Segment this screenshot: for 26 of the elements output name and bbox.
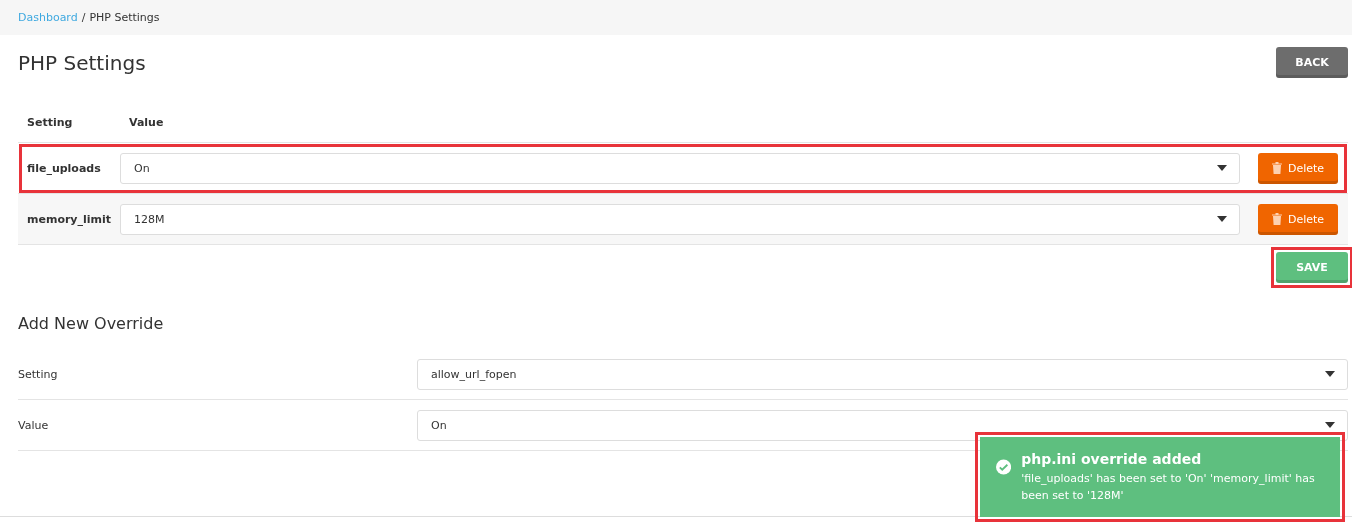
field-label: Value <box>18 418 50 432</box>
column-header: Setting <box>26 116 74 129</box>
breadcrumb-current: PHP Settings <box>89 11 160 24</box>
toast-title: php.ini override added <box>1021 451 1203 467</box>
page-title: PHP Settings <box>18 50 146 75</box>
value-select[interactable]: On <box>120 152 1240 184</box>
back-button[interactable]: BACK <box>1276 47 1348 78</box>
field-select[interactable]: On <box>417 409 1348 441</box>
value-select[interactable]: 128M <box>120 203 1240 235</box>
trash-icon <box>1271 162 1282 174</box>
check-circle-icon <box>996 457 1012 477</box>
field-label: Setting <box>18 367 59 381</box>
setting-name: memory_limit <box>26 212 113 226</box>
column-header: Value <box>128 116 164 129</box>
delete-button[interactable]: Delete <box>1258 152 1338 184</box>
toast-message: 'file_uploads' has been set to 'On' 'memory_limit' has been set to '128M' <box>1021 471 1316 504</box>
dropdown-caret-icon <box>1217 165 1227 171</box>
field-select[interactable]: allow_url_fopen <box>417 358 1348 390</box>
dropdown-caret-icon <box>1325 422 1335 428</box>
setting-name: file_uploads <box>26 161 102 175</box>
trash-icon <box>1271 213 1282 225</box>
dropdown-caret-icon <box>1325 371 1335 377</box>
dropdown-caret-icon <box>1217 216 1227 222</box>
breadcrumb-separator: / <box>81 11 86 24</box>
delete-button[interactable]: Delete <box>1258 203 1338 235</box>
section-title: Add New Override <box>18 314 165 333</box>
